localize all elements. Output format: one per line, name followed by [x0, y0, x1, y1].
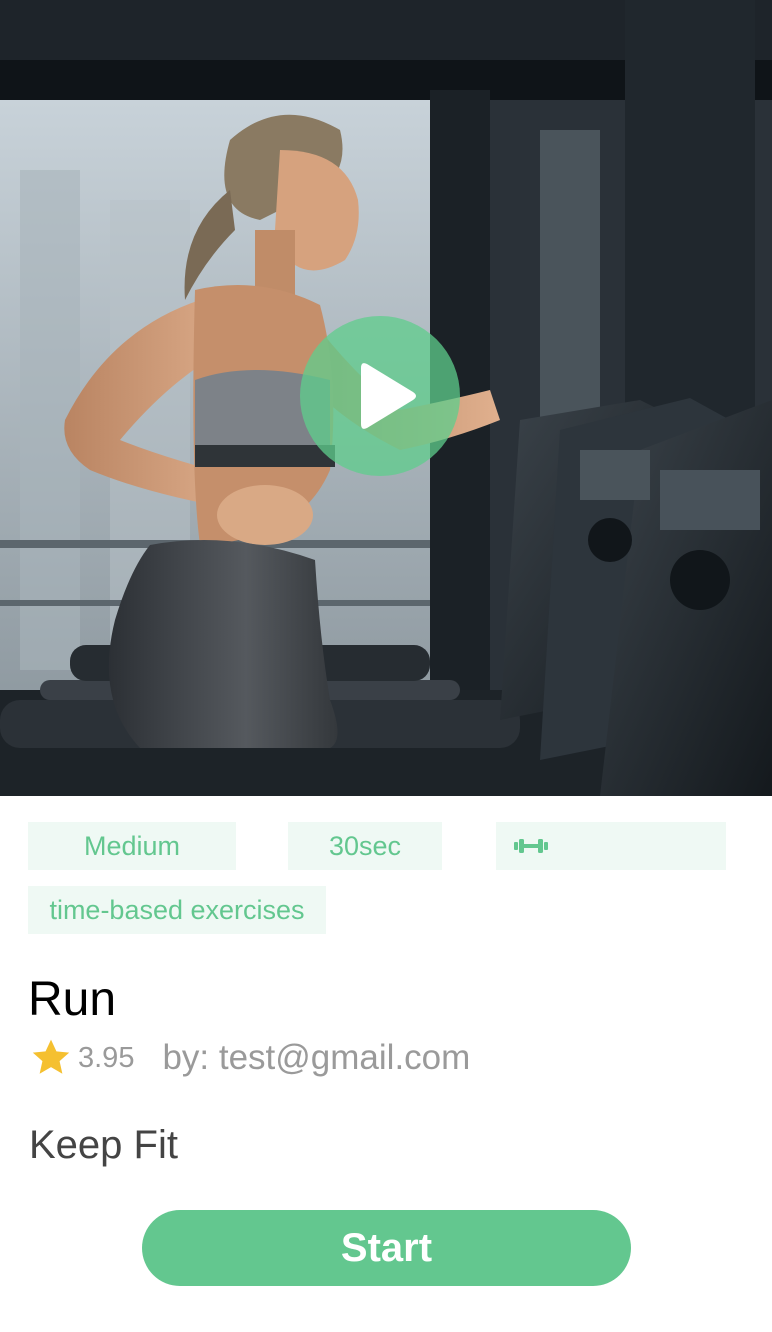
workout-description: Keep Fit [29, 1123, 178, 1167]
duration-tag: 30sec [288, 822, 442, 870]
star-icon [32, 1039, 70, 1074]
play-icon [361, 363, 416, 429]
workout-title: Run [28, 973, 117, 1026]
exercise-type-tag: time-based exercises [28, 886, 326, 934]
play-video-button[interactable] [300, 316, 460, 476]
dumbbell-icon [514, 839, 548, 853]
start-button[interactable]: Start [142, 1210, 631, 1286]
equipment-tag [496, 822, 726, 870]
author-label: by: test@gmail.com [162, 1038, 471, 1077]
difficulty-tag: Medium [28, 822, 236, 870]
workout-meta: 3.95 by: test@gmail.com [30, 1036, 470, 1080]
rating-value: 3.95 [78, 1042, 135, 1074]
workout-hero-image [0, 0, 772, 796]
